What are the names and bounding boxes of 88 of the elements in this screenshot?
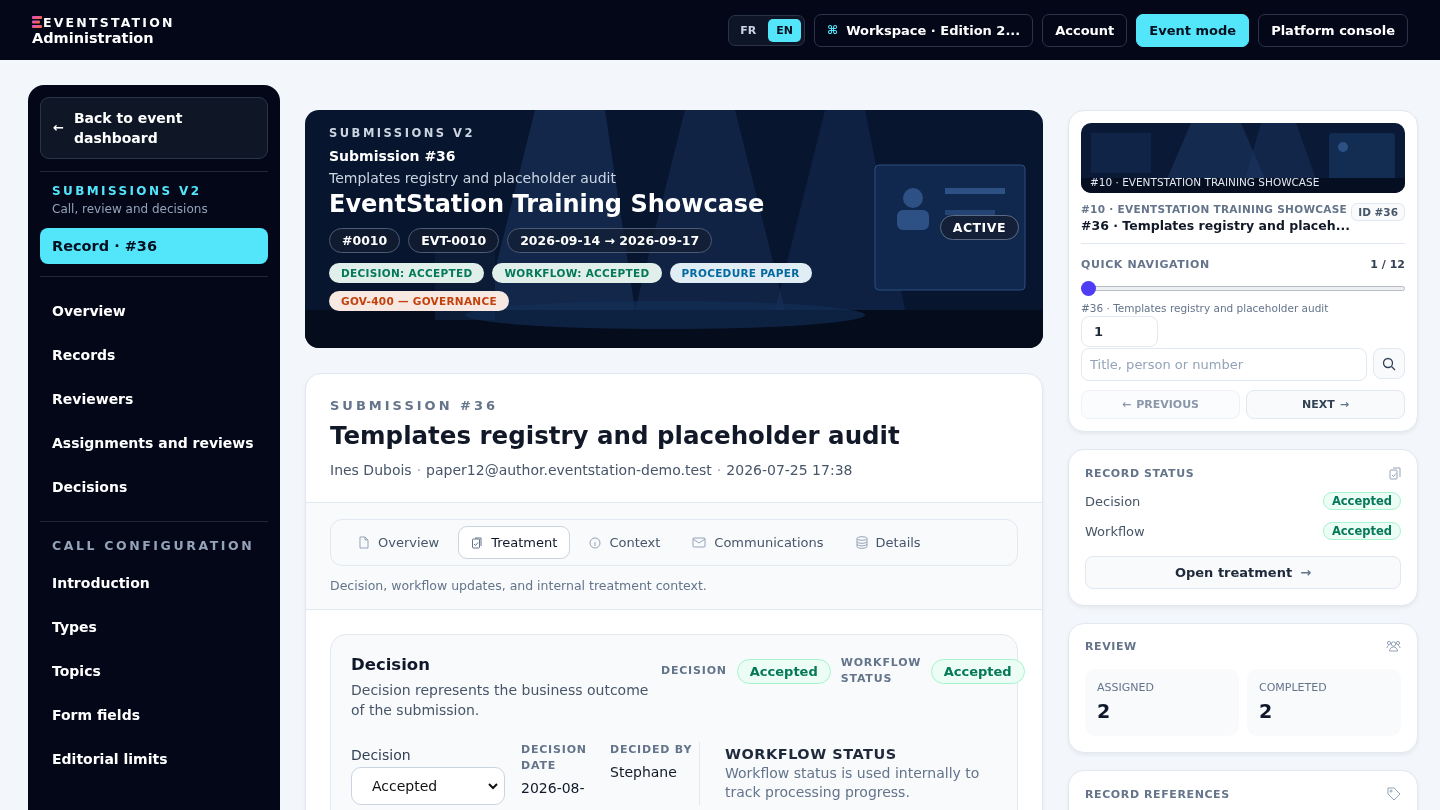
stat-label: COMPLETED [1259,681,1328,694]
id-badge: ID #36 [1351,203,1405,221]
nav-item[interactable]: Records [40,333,268,377]
workspace-label: Workspace · Edition 2... [846,22,1021,38]
submission-date: 2026-07-25 17:38 [726,462,853,478]
panel-description: Decision represents the business outcome of the submission. [351,681,650,720]
nav-item[interactable]: Overview [40,289,268,333]
command-icon: ⌘ [827,23,839,37]
section-subtitle: Call, review and decisions [51,201,209,218]
search-field[interactable]: Title, person or number [1081,348,1367,381]
field-label: DECISION DATE [521,742,588,774]
tab[interactable]: Communications [679,526,837,559]
arrow-icon: ← [1121,398,1132,411]
arrow-icon: → [1339,398,1349,411]
status-label: Decision [1085,493,1141,509]
event-title: EventStation Training Showcase [329,190,766,218]
status-label: Workflow [1085,523,1145,539]
tab[interactable]: Overview [345,526,453,559]
header-button[interactable]: Account [1042,13,1128,47]
separator: · [716,462,722,478]
record-title: #36 · Templates registry and placeh... [1081,218,1350,233]
workflow-description: Workflow status is used internally to track processing progress. [725,764,981,802]
section-title: CALL CONFIGURATION [51,537,256,555]
position-counter: 1 / 12 [1370,258,1405,271]
status-tag: DECISION: ACCEPTED [329,263,485,283]
workspace-button[interactable]: ⌘ Workspace · Edition 2... [814,13,1034,47]
nav-item[interactable]: Decisions [40,465,268,509]
tab[interactable]: Details [842,526,934,559]
status-tag: GOV-400 — GOVERNANCE [329,291,509,311]
card-title: RECORD STATUS [1085,466,1195,480]
open-treatment-button[interactable]: Open treatment → [1085,556,1401,589]
submission-eyebrow: SUBMISSION #36 [330,398,500,413]
stat-value: 2 [1259,700,1274,722]
submission-subtitle: Templates registry and placeholder audit [329,170,617,186]
workflow-title: WORKFLOW STATUS [725,746,898,762]
field-label: DECIDED BY [610,742,694,758]
event-name: #10 · EVENTSTATION TRAINING SHOWCASE [1081,203,1349,215]
header-button[interactable]: Event mode [1136,13,1250,47]
decision-select[interactable]: Accepted [351,767,505,805]
event-chip: EVT-0010 [408,228,500,253]
section-title: SUBMISSIONS V2 [51,184,203,198]
author-email: paper12@author.eventstation-demo.test [426,462,712,478]
tab[interactable]: Treatment [458,526,571,559]
submission-number: Submission #36 [329,148,457,164]
panel-title: Decision [351,655,431,674]
picture-caption: #10 · EVENTSTATION TRAINING SHOWCASE [1090,176,1320,188]
tab-description: Decision, workflow updates, and internal treatment context. [330,578,708,593]
decision-date: 2026-08- [521,780,586,796]
status-tag: PROCEDURE PAPER [669,263,812,283]
record-item[interactable]: Record · #36 [40,228,268,264]
separator: · [416,462,422,478]
decision-badge: Accepted [736,658,831,684]
nav-item[interactable]: Reviewers [40,377,268,421]
nav-item[interactable]: Form fields [40,693,268,737]
field-label: WORKFLOW STATUS [840,655,921,687]
header-button[interactable]: Platform console [1258,13,1408,47]
workflow-badge: Accepted [930,658,1025,684]
nav-item[interactable]: Topics [40,649,268,693]
card-title: REVIEW [1085,640,1137,653]
language-option[interactable]: FR [732,18,765,42]
field-label: DECISION [661,663,727,679]
nav-item[interactable]: Introduction [40,561,268,605]
slider-caption: #36 · Templates registry and placeholder audit [1081,302,1330,314]
page-number-field[interactable]: 1 [1081,316,1158,347]
event-chip: #0010 [329,228,401,253]
tab[interactable]: Context [576,526,674,559]
language-option[interactable]: EN [768,18,801,42]
banner-eyebrow: SUBMISSIONS V2 [329,126,477,140]
status-badge: Accepted [1322,492,1401,510]
arrow-icon: → [1300,565,1312,580]
status-tag: WORKFLOW: ACCEPTED [492,263,662,283]
decided-by: Stephane [610,764,678,780]
status-badge: Accepted [1322,522,1401,540]
status-badge: ACTIVE [939,215,1019,240]
section-title: QUICK NAVIGATION [1081,258,1210,271]
nav-item[interactable]: Types [40,605,268,649]
stat-value: 2 [1097,700,1112,722]
stat-label: ASSIGNED [1097,681,1155,694]
author-name: Ines Dubois [330,462,412,478]
field-label: Decision [351,747,412,763]
nav-item[interactable]: Editorial limits [40,737,268,781]
app-subtitle: Administration [32,29,155,46]
event-chip: 2026-09-14 → 2026-09-17 [507,228,713,253]
card-title: RECORD REFERENCES [1085,787,1230,801]
nav-item[interactable]: Assignments and reviews [40,421,268,465]
next-button[interactable]: NEXT → [1246,390,1405,419]
submission-title: Templates registry and placeholder audit [330,421,901,450]
brand-name: EVENTSTATION [43,14,175,30]
